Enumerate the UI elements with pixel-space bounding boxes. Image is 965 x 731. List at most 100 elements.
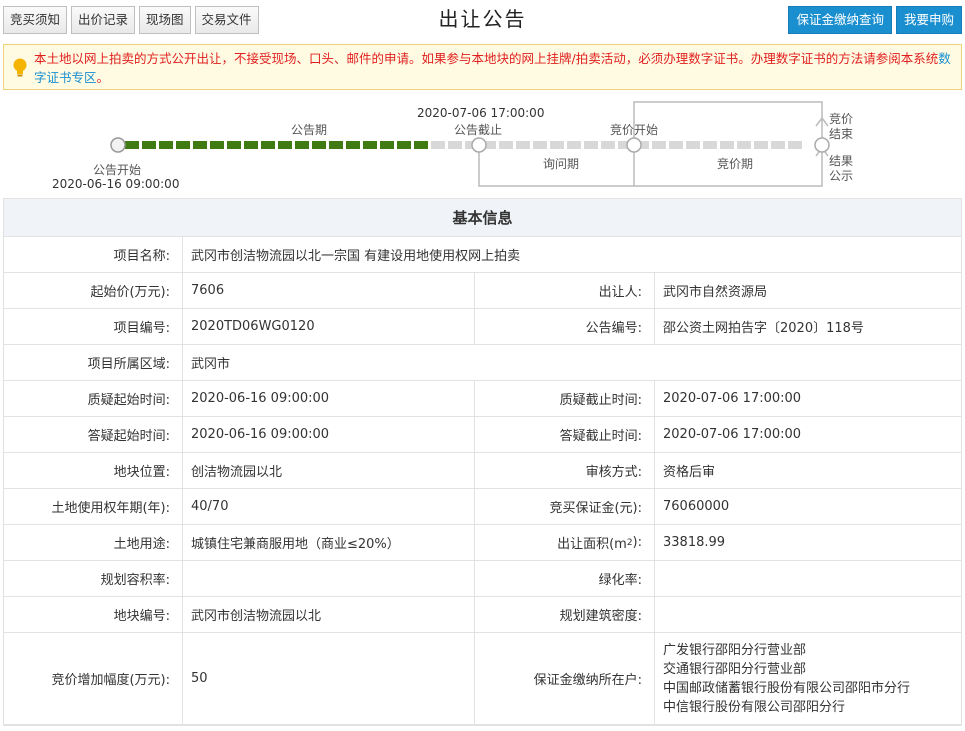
notice-text: 本土地以网上拍卖的方式公开出让，不接受现场、口头、邮件的申请。如果参与本地块的网…	[34, 51, 939, 66]
bid-period-label: 竞价期	[717, 157, 754, 171]
progress-segment	[533, 141, 547, 149]
progress-segment	[669, 141, 683, 149]
table-row: 规划容积率: 绿化率:	[4, 561, 961, 597]
progress-segment	[567, 141, 581, 149]
area-label-text: 出让面积(m	[557, 537, 627, 552]
start-price: 7606	[183, 273, 475, 308]
section-heading: 基本信息	[4, 199, 961, 237]
table-row: 土地使用权年期(年): 40/70 竞买保证金(元): 76060000	[4, 489, 961, 525]
table-row: 地块位置: 创洁物流园以北 审核方式: 资格后审	[4, 453, 961, 489]
field-label: 竞买保证金(元):	[475, 489, 655, 524]
bank-item: 中信银行股份有限公司邵阳分行	[663, 699, 846, 715]
progress-segment	[346, 141, 360, 149]
progress-segment	[584, 141, 598, 149]
deadline-label: 公告截止	[454, 123, 503, 137]
progress-segment	[329, 141, 343, 149]
parcel-location: 创洁物流园以北	[183, 453, 475, 488]
field-label: 规划建筑密度:	[475, 597, 655, 632]
progress-segment	[431, 141, 445, 149]
bid-end-label-2: 结束	[829, 127, 854, 141]
bid-increment: 50	[183, 633, 475, 724]
result-label-2: 公示	[829, 169, 854, 183]
table-row: 答疑起始时间: 2020-06-16 09:00:00 答疑截止时间: 2020…	[4, 417, 961, 453]
review-method: 资格后审	[663, 465, 716, 480]
field-label: 规划容积率:	[4, 561, 183, 596]
apply-button[interactable]: 我要申购	[895, 6, 962, 34]
answer-end-time: 2020-07-06 17:00:00	[663, 427, 802, 442]
land-usage: 城镇住宅兼商服用地（商业≤20%）	[183, 525, 475, 560]
field-label: 起始价(万元):	[4, 273, 183, 308]
progress-segment	[703, 141, 717, 149]
progress-segment	[176, 141, 190, 149]
building-density	[655, 597, 961, 632]
field-label: 质疑起始时间:	[4, 381, 183, 416]
field-label: 出让人:	[475, 273, 655, 308]
bank-item: 中国邮政储蓄银行股份有限公司邵阳市分行	[663, 680, 911, 696]
auction-timeline: 公告开始 2020-06-16 09:00:00 公告期 2020-07-06 …	[0, 96, 965, 196]
progress-segment	[601, 141, 615, 149]
field-label: 公告编号:	[475, 309, 655, 344]
progress-segment	[737, 141, 751, 149]
table-row: 土地用途: 城镇住宅兼商服用地（商业≤20%） 出让面积(m 2): 33818.…	[4, 525, 961, 561]
table-row: 质疑起始时间: 2020-06-16 09:00:00 质疑截止时间: 2020…	[4, 381, 961, 417]
start-time: 2020-06-16 09:00:00	[52, 177, 180, 191]
progress-segment	[499, 141, 513, 149]
field-label: 答疑起始时间:	[4, 417, 183, 452]
field-label: 地块位置:	[4, 453, 183, 488]
area-label-close: ):	[632, 535, 642, 550]
field-label: 审核方式:	[475, 453, 655, 488]
progress-segment	[193, 141, 207, 149]
green-ratio	[655, 561, 961, 596]
action-buttons: 保证金缴纳查询 我要申购	[788, 6, 962, 34]
progress-segment	[516, 141, 530, 149]
progress-segment	[312, 141, 326, 149]
field-label: 答疑截止时间:	[475, 417, 655, 452]
bid-start-label: 竞价开始	[610, 123, 659, 137]
progress-segment	[363, 141, 377, 149]
progress-segment	[261, 141, 275, 149]
notice-banner: 本土地以网上拍卖的方式公开出让，不接受现场、口头、邮件的申请。如果参与本地块的网…	[3, 44, 962, 90]
field-label: 质疑截止时间:	[475, 381, 655, 416]
land-area: 33818.99	[663, 535, 726, 550]
progress-segment	[125, 141, 139, 149]
table-row: 地块编号: 武冈市创洁物流园以北 规划建筑密度:	[4, 597, 961, 633]
progress-segment	[142, 141, 156, 149]
table-row: 起始价(万元): 7606 出让人: 武冈市自然资源局	[4, 273, 961, 309]
notice-text-end: 。	[96, 70, 110, 85]
progress-segment	[448, 141, 462, 149]
plot-ratio	[183, 561, 475, 596]
basic-info-table: 基本信息 项目名称: 武冈市创洁物流园以北一宗国 有建设用地使用权网上拍卖 起始…	[3, 198, 962, 726]
progress-segment	[278, 141, 292, 149]
progress-segment	[550, 141, 564, 149]
answer-start-time: 2020-06-16 09:00:00	[183, 417, 475, 452]
deadline-time: 2020-07-06 17:00:00	[417, 106, 545, 120]
field-label: 竞价增加幅度(万元):	[4, 633, 183, 724]
field-label: 土地用途:	[4, 525, 183, 560]
table-row: 项目名称: 武冈市创洁物流园以北一宗国 有建设用地使用权网上拍卖	[4, 237, 961, 273]
start-node	[110, 137, 126, 153]
progress-segment	[414, 141, 428, 149]
bid-deposit: 76060000	[663, 499, 730, 514]
table-row: 竞价增加幅度(万元): 50 保证金缴纳所在户: 广发银行邵阳分行营业部 交通银…	[4, 633, 961, 725]
table-row: 项目所属区域: 武冈市	[4, 345, 961, 381]
bank-item: 广发银行邵阳分行营业部	[663, 642, 807, 658]
field-label: 地块编号:	[4, 597, 183, 632]
project-number: 2020TD06WG0120	[183, 309, 475, 344]
field-label: 土地使用权年期(年):	[4, 489, 183, 524]
query-start-time: 2020-06-16 09:00:00	[183, 381, 475, 416]
deposit-bank-list: 广发银行邵阳分行营业部 交通银行邵阳分行营业部 中国邮政储蓄银行股份有限公司邵阳…	[655, 633, 961, 724]
land-use-term: 40/70	[183, 489, 475, 524]
table-row: 项目编号: 2020TD06WG0120 公告编号: 邵公资土网拍告字〔2020…	[4, 309, 961, 345]
deposit-query-button[interactable]: 保证金缴纳查询	[788, 6, 892, 34]
start-label: 公告开始	[93, 163, 142, 177]
deadline-node	[471, 137, 487, 153]
progress-segment	[788, 141, 802, 149]
project-region: 武冈市	[191, 357, 231, 372]
progress-segment	[244, 141, 258, 149]
field-label: 出让面积(m 2):	[475, 525, 655, 560]
progress-segment	[652, 141, 666, 149]
field-label: 项目名称:	[4, 237, 183, 272]
seller: 武冈市自然资源局	[663, 285, 768, 300]
field-label: 绿化率:	[475, 561, 655, 596]
query-end-time: 2020-07-06 17:00:00	[663, 391, 802, 406]
